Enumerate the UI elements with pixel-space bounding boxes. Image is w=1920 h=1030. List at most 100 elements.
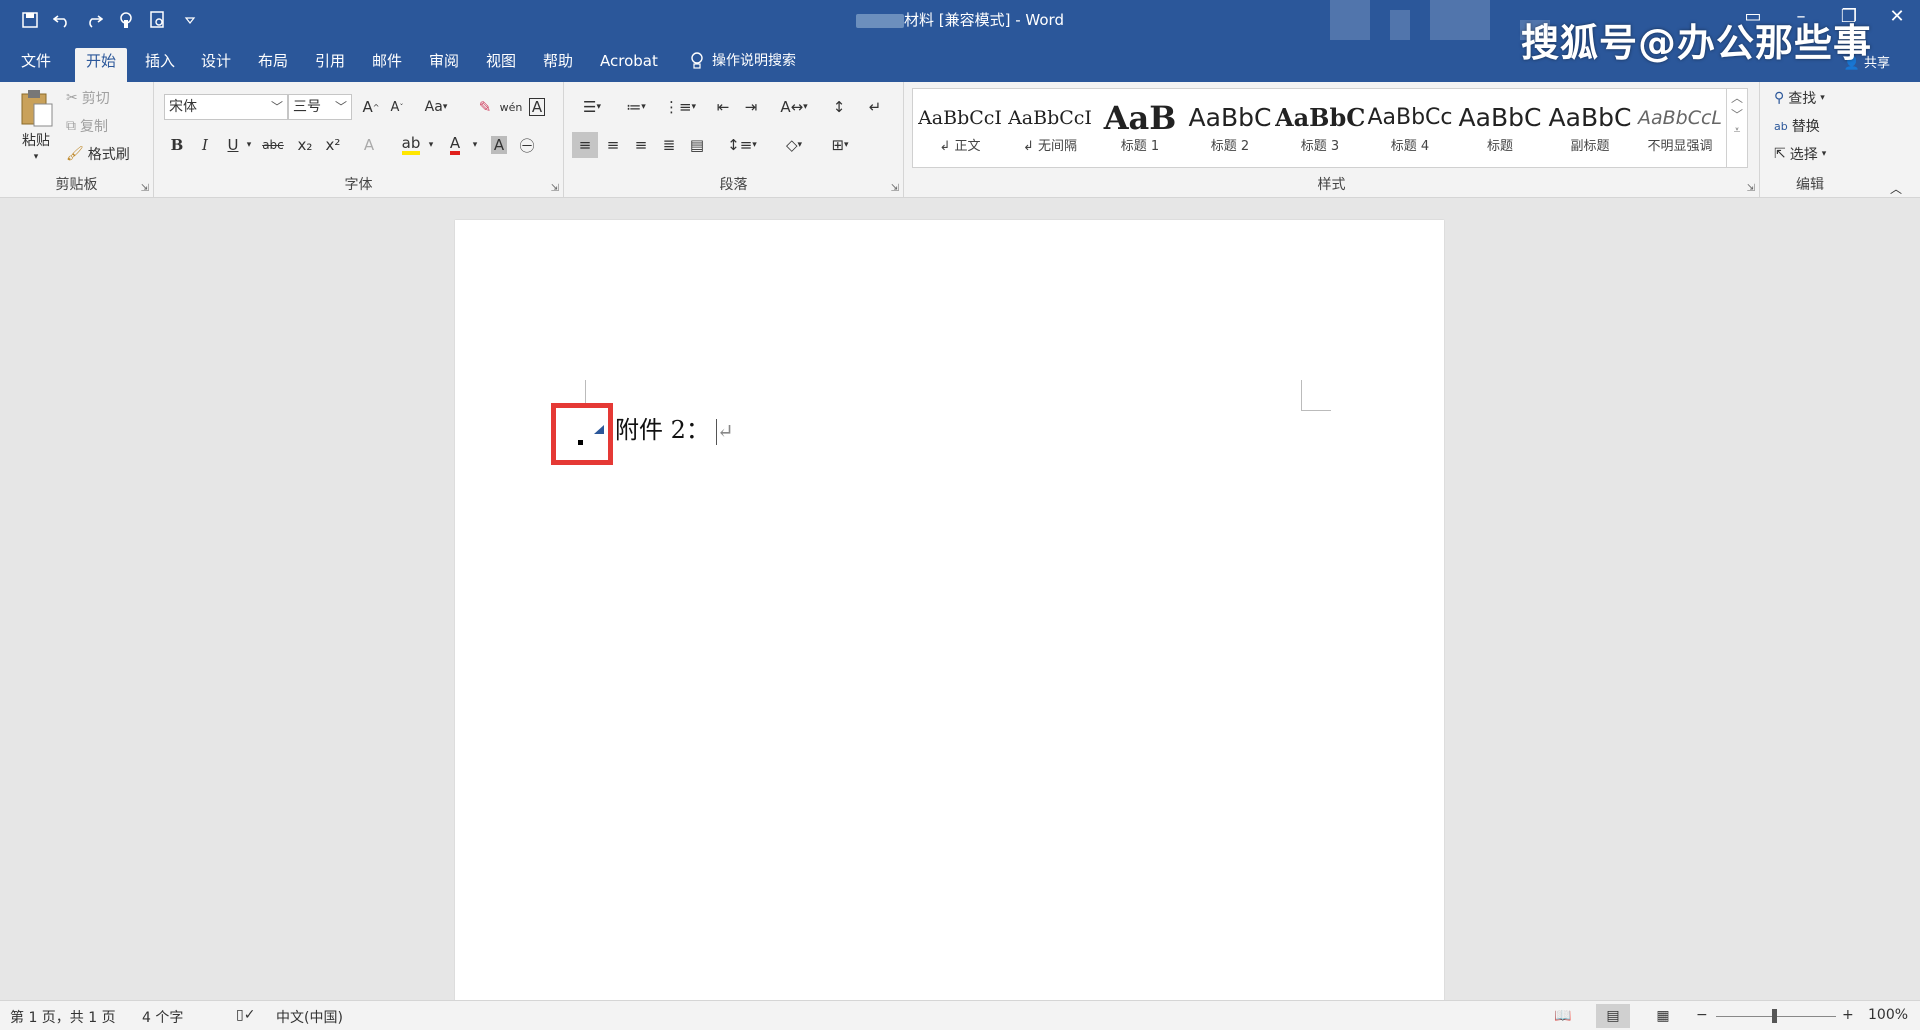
- strikethrough-button[interactable]: abc: [258, 132, 288, 158]
- increase-indent-icon[interactable]: ⇥: [738, 94, 764, 120]
- close-icon[interactable]: ✕: [1886, 6, 1908, 28]
- style-normal[interactable]: AaBbCcI ↲ 正文: [915, 89, 1005, 167]
- tab-design[interactable]: 设计: [190, 48, 242, 82]
- word-count[interactable]: 4 个字: [142, 1007, 183, 1027]
- change-case-button[interactable]: Aa ▾: [418, 94, 454, 120]
- zoom-out-icon[interactable]: −: [1696, 1007, 1708, 1023]
- tab-view[interactable]: 视图: [475, 48, 527, 82]
- zoom-in-icon[interactable]: +: [1842, 1007, 1854, 1023]
- distributed-icon[interactable]: ▤: [684, 132, 710, 158]
- text-effects-icon[interactable]: A: [356, 132, 382, 158]
- phonetic-guide-icon[interactable]: wén: [498, 94, 524, 120]
- style-subtle-emphasis[interactable]: AaBbCcL 不明显强调: [1635, 89, 1725, 167]
- print-layout-icon[interactable]: ▤: [1596, 1004, 1630, 1028]
- document-page[interactable]: 附件 2： ↵: [455, 220, 1444, 1010]
- justify-icon[interactable]: ≣: [656, 132, 682, 158]
- paste-button[interactable]: 粘贴 ▾: [18, 88, 54, 162]
- tell-me-search[interactable]: 操作说明搜索: [690, 48, 796, 74]
- tab-file[interactable]: 文件: [10, 48, 62, 82]
- borders-icon[interactable]: ⊞ ▾: [820, 132, 860, 158]
- tab-home[interactable]: 开始: [75, 48, 128, 82]
- select-label: 选择: [1789, 147, 1818, 163]
- paragraph-group: ☰ ▾ ≔ ▾ ⋮≡ ▾ ⇤ ⇥ A↔ ▾ ↕ ↵ ≡ ≡ ≡ ≣ ▤ ↕≡ ▾ ◇ ▾ ⊞…: [564, 82, 904, 198]
- scroll-down-icon[interactable]: ﹀: [1727, 106, 1747, 123]
- style-heading-2[interactable]: AaBbC 标题 2: [1185, 89, 1275, 167]
- replace-button[interactable]: ab 替换: [1774, 116, 1820, 136]
- style-heading-1[interactable]: AaB 标题 1: [1095, 89, 1185, 167]
- subscript-button[interactable]: x₂: [292, 132, 318, 158]
- cut-button[interactable]: ✂ 剪切: [66, 88, 110, 108]
- multilevel-list-icon[interactable]: ⋮≡ ▾: [660, 94, 700, 120]
- language[interactable]: 中文(中国): [276, 1007, 343, 1027]
- document-paragraph[interactable]: 附件 2： ↵: [615, 410, 734, 445]
- style-heading-4[interactable]: AaBbCc 标题 4: [1365, 89, 1455, 167]
- font-name-combo[interactable]: 宋体 ﹀: [164, 94, 288, 120]
- paragraph-group-label: 段落: [719, 177, 748, 193]
- chevron-down-icon: ﹀: [334, 100, 347, 114]
- document-area[interactable]: 附件 2： ↵: [0, 198, 1920, 1010]
- font-launcher-icon[interactable]: ⇲: [551, 183, 559, 194]
- shrink-font-icon[interactable]: Aˇ: [384, 94, 410, 120]
- crop-mark-top-right: [1301, 380, 1302, 410]
- style-sample: AaBbC: [1458, 103, 1542, 132]
- paragraph-launcher-icon[interactable]: ⇲: [891, 183, 899, 194]
- show-marks-icon[interactable]: ↵: [862, 94, 888, 120]
- style-title[interactable]: AaBbC 标题: [1455, 89, 1545, 167]
- zoom-level[interactable]: 100%: [1868, 1007, 1908, 1023]
- tab-layout[interactable]: 布局: [247, 48, 299, 82]
- select-button[interactable]: ⇱ 选择 ▾: [1774, 144, 1826, 164]
- sort-icon[interactable]: ↕: [826, 94, 852, 120]
- style-name: 副标题: [1570, 139, 1610, 154]
- italic-button[interactable]: I: [192, 132, 218, 158]
- bullets-icon[interactable]: ☰ ▾: [572, 94, 612, 120]
- numbering-icon[interactable]: ≔ ▾: [616, 94, 656, 120]
- more-styles-icon[interactable]: ⩡: [1727, 123, 1747, 138]
- style-heading-3[interactable]: AaBbC 标题 3: [1275, 89, 1365, 167]
- bold-button[interactable]: B: [164, 132, 190, 158]
- highlight-dropdown-icon[interactable]: ▾: [424, 132, 438, 158]
- style-subtitle[interactable]: AaBbC 副标题: [1545, 89, 1635, 167]
- decrease-indent-icon[interactable]: ⇤: [710, 94, 736, 120]
- tab-acrobat[interactable]: Acrobat: [589, 48, 669, 82]
- line-spacing-icon[interactable]: ↕≡ ▾: [722, 132, 762, 158]
- clipboard-launcher-icon[interactable]: ⇲: [141, 183, 149, 194]
- copy-button[interactable]: ⧉ 复制: [66, 116, 108, 136]
- tab-insert[interactable]: 插入: [134, 48, 186, 82]
- superscript-button[interactable]: x²: [320, 132, 346, 158]
- clear-formatting-icon[interactable]: ✎: [472, 94, 498, 120]
- highlight-color-icon[interactable]: ab: [398, 132, 424, 158]
- tab-help[interactable]: 帮助: [532, 48, 584, 82]
- superscript-label: x²: [325, 136, 341, 154]
- styles-launcher-icon[interactable]: ⇲: [1747, 183, 1755, 194]
- paste-dropdown-icon[interactable]: ▾: [34, 152, 39, 162]
- scroll-up-icon[interactable]: ︿: [1727, 89, 1747, 106]
- underline-dropdown-icon[interactable]: ▾: [242, 132, 256, 158]
- proofing-icon[interactable]: ▯✓: [236, 1007, 255, 1023]
- font-size-combo[interactable]: 三号 ﹀: [288, 94, 352, 120]
- align-left-icon[interactable]: ≡: [572, 132, 598, 158]
- style-no-spacing[interactable]: AaBbCcI ↲ 无间隔: [1005, 89, 1095, 167]
- character-shading-icon[interactable]: A: [486, 132, 512, 158]
- tell-me-label: 操作说明搜索: [712, 53, 796, 69]
- align-center-icon[interactable]: ≡: [600, 132, 626, 158]
- tab-mailings[interactable]: 邮件: [361, 48, 413, 82]
- character-border-icon[interactable]: A: [524, 94, 550, 120]
- font-color-icon[interactable]: A: [442, 132, 468, 158]
- tab-references[interactable]: 引用: [304, 48, 356, 82]
- shading-icon[interactable]: ◇ ▾: [774, 132, 814, 158]
- font-color-dropdown-icon[interactable]: ▾: [468, 132, 482, 158]
- web-layout-icon[interactable]: ▦: [1646, 1004, 1680, 1028]
- read-mode-icon[interactable]: 📖: [1546, 1004, 1580, 1028]
- chinese-layout-icon[interactable]: A↔ ▾: [774, 94, 814, 120]
- collapse-ribbon-icon[interactable]: ︿: [1890, 180, 1902, 197]
- find-button[interactable]: ⚲ 查找 ▾: [1774, 88, 1825, 108]
- tab-review[interactable]: 审阅: [418, 48, 470, 82]
- zoom-slider-thumb[interactable]: [1772, 1009, 1777, 1023]
- grow-font-icon[interactable]: A ^: [358, 94, 384, 120]
- format-painter-button[interactable]: 🖌 格式刷: [66, 144, 130, 164]
- enclose-characters-icon[interactable]: ㊀: [514, 132, 540, 158]
- style-name: 标题 4: [1390, 139, 1430, 154]
- cursor-arrow-icon: ⇱: [1774, 146, 1786, 162]
- align-right-icon[interactable]: ≡: [628, 132, 654, 158]
- page-count[interactable]: 第 1 页，共 1 页: [10, 1007, 116, 1027]
